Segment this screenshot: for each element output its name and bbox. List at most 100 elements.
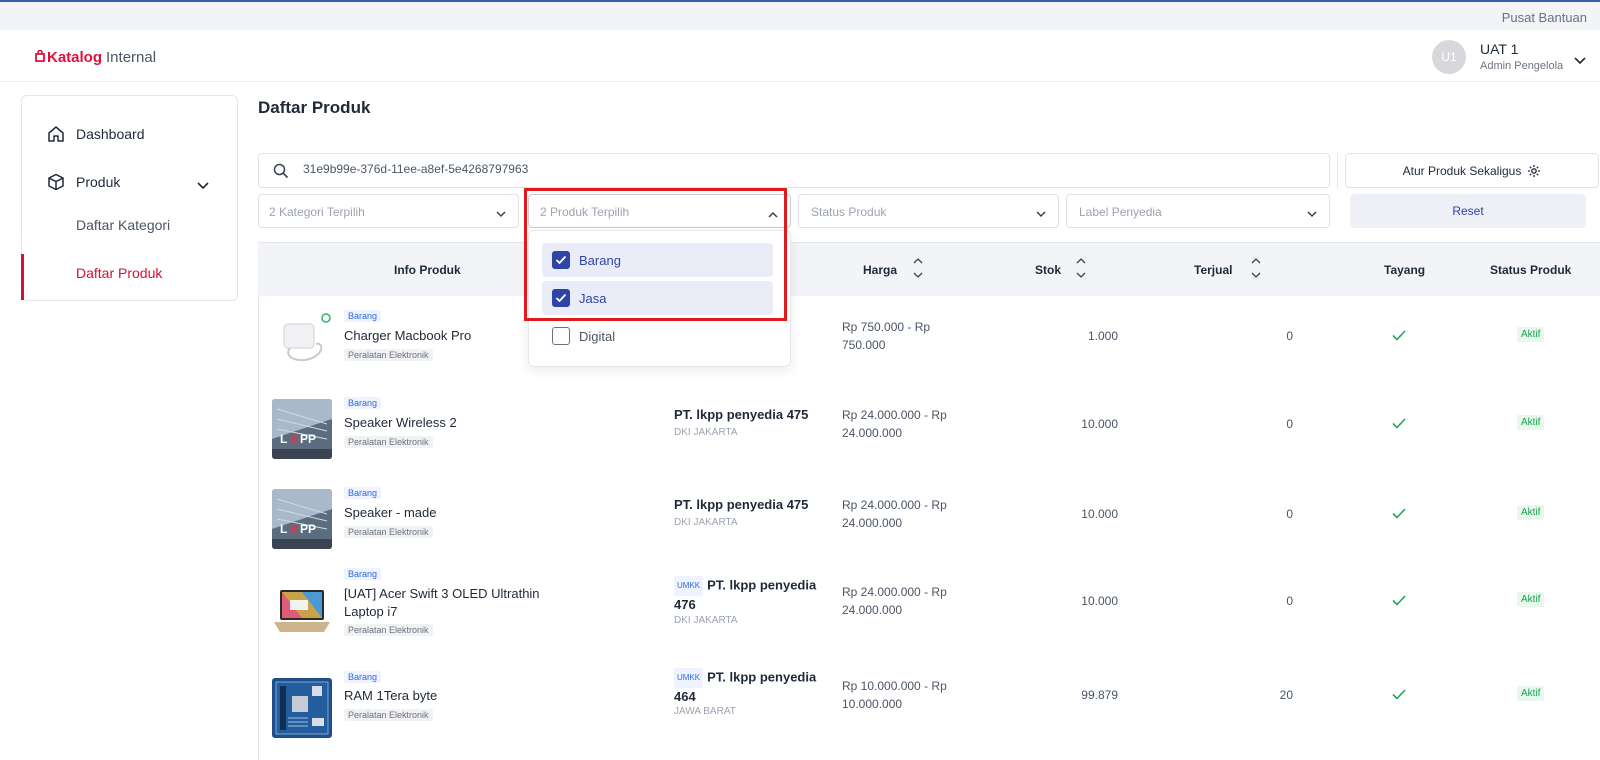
svg-text:L: L <box>280 522 287 536</box>
product-name[interactable]: [UAT] Acer Swift 3 OLED Ultrathin Laptop… <box>344 585 554 621</box>
circuit-board-image-icon <box>272 678 332 738</box>
status-badge: Aktif <box>1517 327 1545 342</box>
status-badge: Aktif <box>1517 592 1545 607</box>
stock-value: 1.000 <box>1087 329 1118 343</box>
option-barang[interactable]: Barang <box>542 243 773 277</box>
table-row[interactable]: Barang RAM 1Tera byte Peralatan Elektron… <box>258 658 1600 760</box>
umkk-badge: UMKK <box>674 668 704 688</box>
active-indicator <box>21 254 24 300</box>
sidebar-item-daftar-produk[interactable]: Daftar Produk <box>76 265 162 281</box>
chevron-down-icon[interactable] <box>1574 52 1586 70</box>
category-filter-value: 2 Kategori Terpilih <box>269 205 365 219</box>
price-range: Rp 750.000 - Rp 750.000 <box>842 320 931 352</box>
product-type-badge: Barang <box>344 671 382 683</box>
search-box <box>258 153 1330 188</box>
column-header-stok[interactable]: Stok <box>1035 263 1061 277</box>
price-range: Rp 10.000.000 - Rp 10.000.000 <box>842 679 947 711</box>
sold-value: 0 <box>1286 507 1293 521</box>
product-thumbnail[interactable] <box>272 310 332 370</box>
chevron-down-icon <box>1036 207 1046 221</box>
column-header-status: Status Produk <box>1490 263 1572 277</box>
vendor-name[interactable]: UMKK PT. lkpp penyedia 476 <box>674 576 824 614</box>
sold-value: 0 <box>1286 417 1293 431</box>
product-thumbnail[interactable] <box>272 678 332 738</box>
table-header: Info Produk Harga Stok Terjual Tayang St… <box>258 242 1600 296</box>
home-icon <box>47 125 65 146</box>
vendor-region: JAWA BARAT <box>674 706 736 717</box>
vendor-label-filter-select[interactable]: Label Penyedia <box>1066 194 1330 228</box>
status-filter-placeholder: Status Produk <box>811 205 887 219</box>
laptop-image-icon <box>272 582 332 642</box>
column-header-info-produk: Info Produk <box>394 263 461 277</box>
logo-suffix-text: Internal <box>106 49 157 66</box>
avatar: U1 <box>1432 40 1466 74</box>
vendor-region: DKI JAKARTA <box>674 427 738 438</box>
status-badge: Aktif <box>1517 505 1545 520</box>
table-row[interactable]: L K PP Barang Speaker - made Peralatan Ele… <box>258 472 1600 558</box>
help-center-link[interactable]: Pusat Bantuan <box>1502 10 1587 25</box>
product-type-badge: Barang <box>344 397 382 409</box>
sidebar: Dashboard Produk Daftar Kategori Daftar … <box>21 95 238 301</box>
sort-icon[interactable] <box>913 257 923 284</box>
building-image-icon: L K PP <box>272 489 332 549</box>
product-name[interactable]: Speaker Wireless 2 <box>344 414 554 432</box>
sidebar-item-label: Dashboard <box>76 126 145 142</box>
chevron-down-icon[interactable] <box>197 177 209 193</box>
product-type-filter-select[interactable]: 2 Produk Terpilih <box>528 194 791 228</box>
table-row[interactable]: L K PP Barang Speaker Wireless 2 Peralatan… <box>258 384 1600 472</box>
product-category-badge: Peralatan Elektronik <box>344 624 433 636</box>
sidebar-item-produk[interactable]: Produk <box>22 162 237 202</box>
option-jasa[interactable]: Jasa <box>542 281 773 315</box>
checkbox-checked-icon[interactable] <box>552 289 570 307</box>
table-row[interactable]: Barang [UAT] Acer Swift 3 OLED Ultrathin… <box>258 558 1600 658</box>
vendor-region: DKI JAKARTA <box>674 615 738 626</box>
product-thumbnail[interactable]: L K PP <box>272 489 332 549</box>
product-name[interactable]: Speaker - made <box>344 504 554 522</box>
sort-icon[interactable] <box>1251 257 1261 284</box>
svg-text:PP: PP <box>300 432 316 446</box>
reset-button[interactable]: Reset <box>1350 194 1586 228</box>
app-logo[interactable]: Katalog Internal <box>34 49 156 66</box>
sort-icon[interactable] <box>1076 257 1086 284</box>
bulk-manage-button[interactable]: Atur Produk Sekaligus <box>1345 153 1599 188</box>
status-filter-select[interactable]: Status Produk <box>798 194 1059 228</box>
user-info: UAT 1 Admin Pengelola <box>1480 41 1563 73</box>
vendor-name[interactable]: PT. lkpp penyedia 475 <box>674 406 824 424</box>
box-icon <box>47 173 65 194</box>
vendor-name[interactable]: UMKK PT. lkpp penyedia 464 <box>674 668 824 706</box>
product-category-badge: Peralatan Elektronik <box>344 709 433 721</box>
vendor-name[interactable]: PT. lkpp penyedia 475 <box>674 496 824 514</box>
stock-value: 10.000 <box>1081 507 1118 521</box>
product-thumbnail[interactable] <box>272 582 332 642</box>
sidebar-item-dashboard[interactable]: Dashboard <box>22 114 237 154</box>
page-title: Daftar Produk <box>258 98 371 117</box>
sold-value: 0 <box>1286 329 1293 343</box>
charger-image-icon <box>272 310 332 370</box>
chevron-up-icon <box>768 207 778 221</box>
price-range: Rp 24.000.000 - Rp 24.000.000 <box>842 408 947 440</box>
category-filter-select[interactable]: 2 Kategori Terpilih <box>258 194 519 228</box>
option-digital[interactable]: Digital <box>542 319 773 353</box>
column-header-tayang: Tayang <box>1384 263 1426 277</box>
checkbox-unchecked-icon[interactable] <box>552 327 570 345</box>
product-name[interactable]: RAM 1Tera byte <box>344 687 554 705</box>
stock-value: 10.000 <box>1081 594 1118 608</box>
checkbox-checked-icon[interactable] <box>552 251 570 269</box>
search-input[interactable] <box>303 162 1303 176</box>
user-menu[interactable]: U1 UAT 1 Admin Pengelola <box>1432 40 1586 74</box>
sold-value: 20 <box>1279 688 1293 702</box>
sidebar-item-daftar-kategori[interactable]: Daftar Kategori <box>76 217 170 233</box>
product-name[interactable]: Charger Macbook Pro <box>344 327 554 345</box>
umkk-badge: UMKK <box>674 576 704 596</box>
product-thumbnail[interactable]: L K PP <box>272 399 332 459</box>
svg-text:L: L <box>280 432 287 446</box>
logo-brand-text: Katalog <box>47 49 103 66</box>
svg-text:PP: PP <box>300 522 316 536</box>
table-row[interactable]: Barang Charger Macbook Pro Peralatan Ele… <box>258 296 1600 384</box>
column-header-terjual[interactable]: Terjual <box>1194 263 1232 277</box>
product-category-badge: Peralatan Elektronik <box>344 436 433 448</box>
user-name: UAT 1 <box>1480 41 1519 57</box>
column-header-harga[interactable]: Harga <box>863 263 897 277</box>
app-header: Katalog Internal U1 UAT 1 Admin Pengelol… <box>0 30 1600 82</box>
sold-value: 0 <box>1286 594 1293 608</box>
